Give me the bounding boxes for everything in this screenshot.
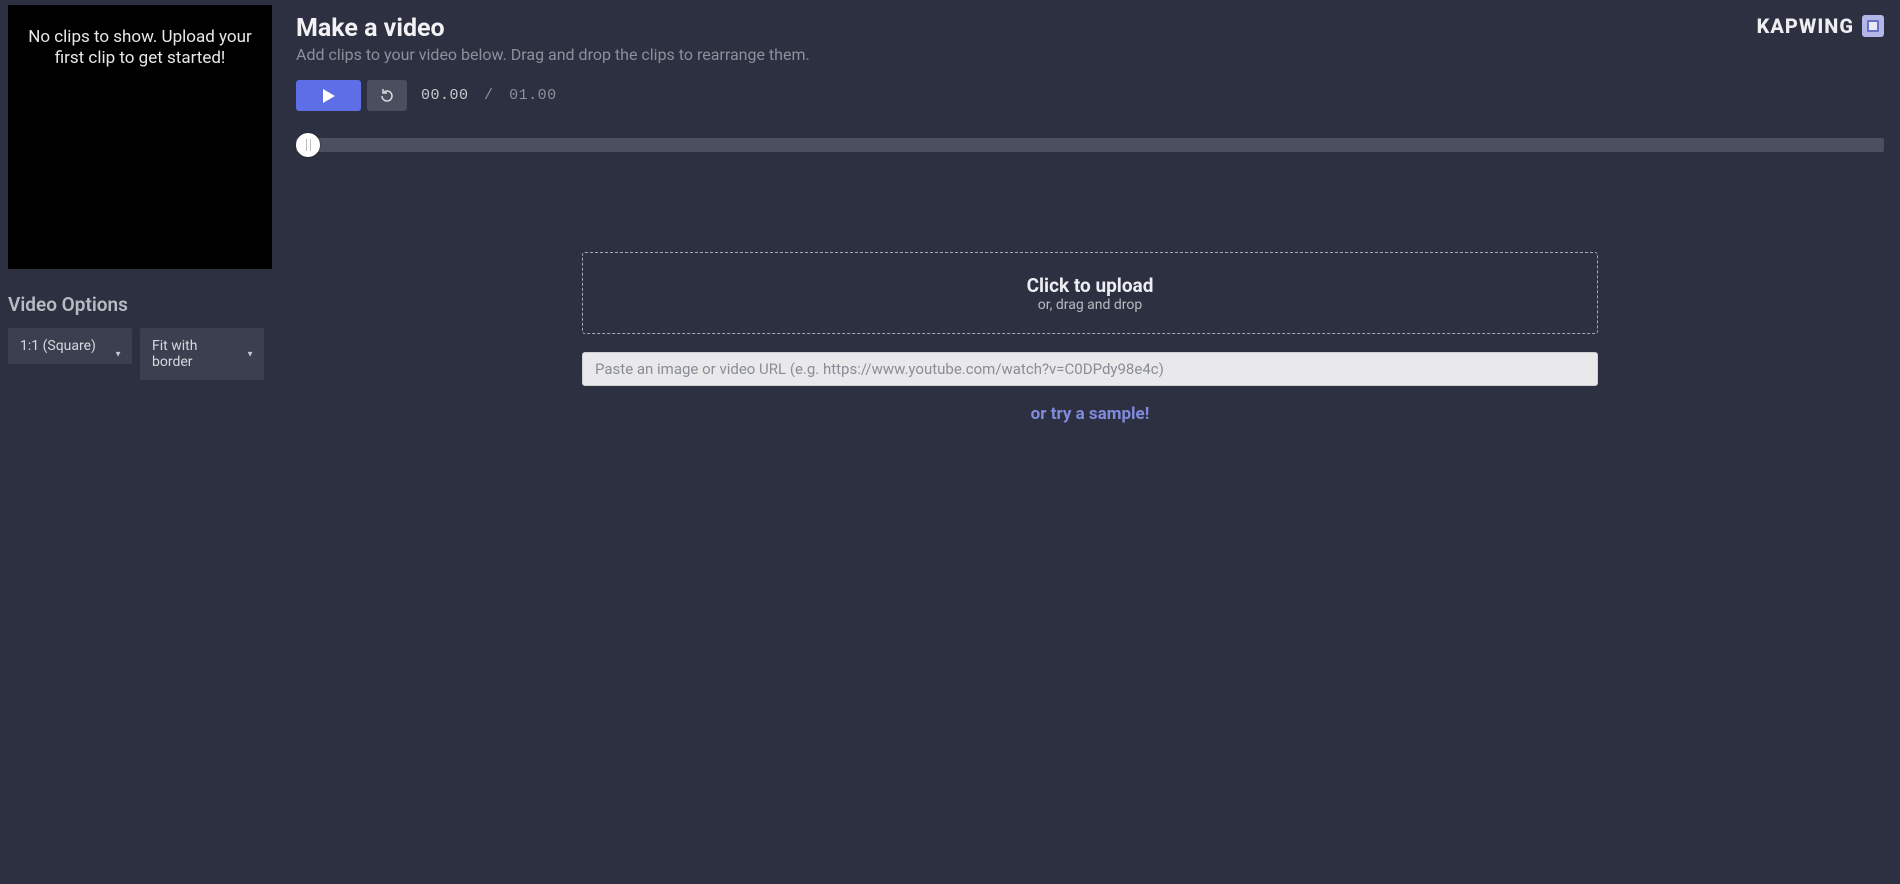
page-subtitle: Add clips to your video below. Drag and …	[296, 45, 810, 64]
restart-icon	[379, 88, 395, 104]
timeline[interactable]	[296, 133, 1884, 157]
video-options: Video Options 1:1 (Square) Fit with bord…	[8, 289, 270, 380]
total-time: 01.00	[509, 87, 557, 104]
main-content: Make a video Add clips to your video bel…	[280, 0, 1900, 884]
fit-mode-select[interactable]: Fit with border	[140, 328, 264, 380]
upload-dropzone[interactable]: Click to upload or, drag and drop	[582, 252, 1598, 334]
try-sample-link[interactable]: or try a sample!	[1031, 404, 1150, 424]
upload-zone: Click to upload or, drag and drop or try…	[582, 252, 1598, 424]
time-separator: /	[484, 87, 494, 104]
brand-logo-icon	[1862, 15, 1884, 37]
timeline-track[interactable]	[296, 138, 1884, 152]
video-preview: No clips to show. Upload your first clip…	[8, 5, 272, 269]
brand: KAPWING	[1757, 14, 1884, 38]
playback-controls: 00.00 / 01.00	[296, 80, 1884, 111]
restart-button[interactable]	[367, 80, 407, 111]
url-input[interactable]	[582, 352, 1598, 386]
video-options-title: Video Options	[8, 293, 270, 316]
upload-click-label: Click to upload	[1027, 274, 1154, 297]
upload-drag-label: or, drag and drop	[1038, 297, 1143, 313]
sidebar: No clips to show. Upload your first clip…	[0, 0, 280, 884]
preview-empty-message: No clips to show. Upload your first clip…	[26, 27, 254, 70]
play-button[interactable]	[296, 80, 361, 111]
play-icon	[323, 89, 335, 103]
aspect-ratio-select[interactable]: 1:1 (Square)	[8, 328, 132, 364]
timeline-handle[interactable]	[296, 133, 320, 157]
current-time: 00.00	[421, 87, 469, 104]
playback-time: 00.00 / 01.00	[421, 87, 557, 104]
page-title: Make a video	[296, 14, 810, 43]
brand-text: KAPWING	[1757, 14, 1854, 38]
